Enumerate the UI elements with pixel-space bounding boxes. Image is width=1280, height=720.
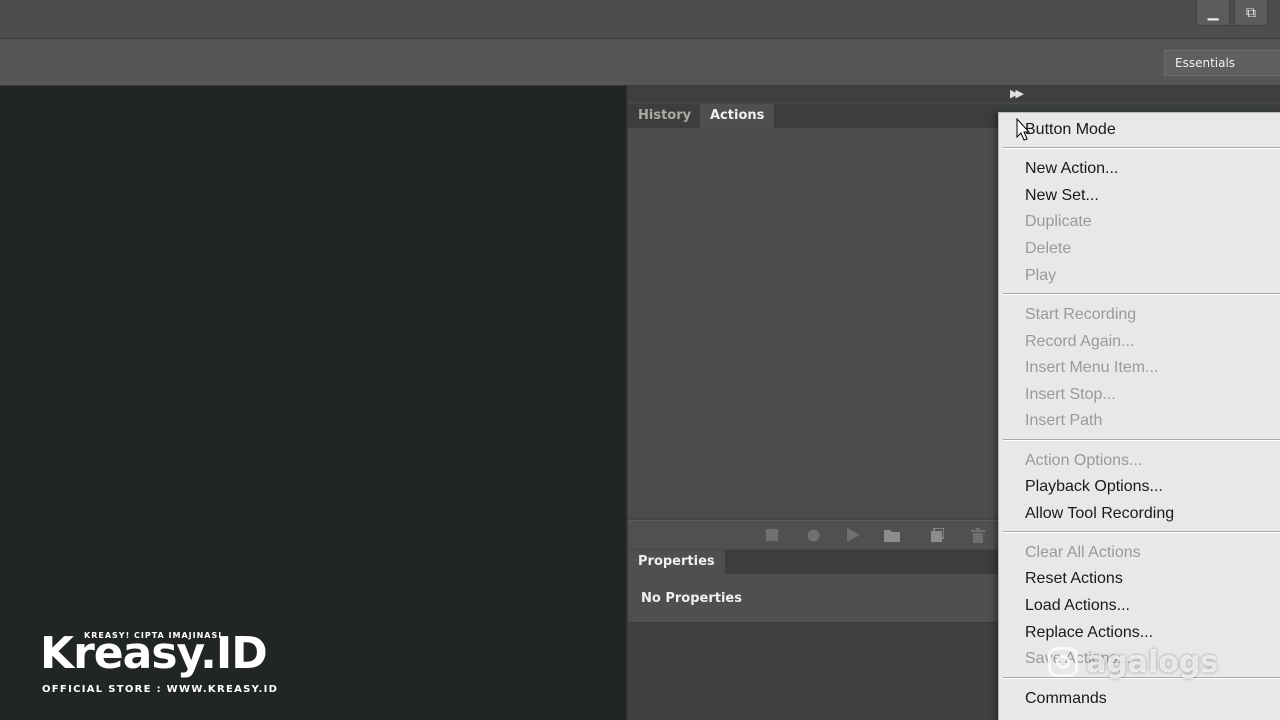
menu-item-commands[interactable]: Commands <box>1025 690 1107 708</box>
menu-item-allow-tool-recording[interactable]: Allow Tool Recording <box>1025 505 1174 523</box>
menu-separator <box>1003 531 1280 533</box>
options-bar: Essentials <box>0 39 1280 86</box>
watermark-text: agalogs <box>1086 644 1219 680</box>
menu-item-new-action[interactable]: New Action... <box>1025 160 1118 178</box>
workspace-label: Essentials <box>1175 56 1236 70</box>
menu-item-button-mode[interactable]: Button Mode <box>1025 121 1116 139</box>
menu-item-record-again: Record Again... <box>1025 333 1135 350</box>
restore-button[interactable]: ⧉ <box>1234 0 1268 26</box>
brand-logo: Kreasy.ID KREASY! CIPTA IMAJINASI OFFICI… <box>40 628 280 700</box>
no-properties-text: No Properties <box>641 591 742 606</box>
brand-store-text: OFFICIAL STORE : WWW.KREASY.ID <box>42 684 279 695</box>
menu-item-play: Play <box>1025 267 1057 284</box>
document-canvas[interactable] <box>0 86 626 720</box>
title-bar: ▁ ⧉ <box>0 0 1280 39</box>
menu-item-duplicate: Duplicate <box>1025 213 1092 230</box>
tab-actions-label: Actions <box>710 108 765 123</box>
minimize-icon: ▁ <box>1207 4 1219 21</box>
menu-separator <box>1003 147 1280 149</box>
new-action-icon[interactable] <box>929 528 945 542</box>
menu-item-new-set[interactable]: New Set... <box>1025 187 1099 205</box>
menu-item-insert-path: Insert Path <box>1025 412 1103 429</box>
instagram-icon <box>1048 647 1078 677</box>
menu-item-load-actions[interactable]: Load Actions... <box>1025 597 1130 615</box>
tab-properties-label: Properties <box>638 554 715 569</box>
menu-item-playback-options[interactable]: Playback Options... <box>1025 478 1163 496</box>
tab-properties[interactable]: Properties <box>628 550 725 574</box>
panel-dock-header: ▶▶ <box>628 86 1280 102</box>
menu-item-insert-menu-item: Insert Menu Item... <box>1025 359 1159 376</box>
actions-flyout-menu: Button Mode New Action... New Set... Dup… <box>998 112 1280 720</box>
tab-actions[interactable]: Actions <box>700 104 775 128</box>
collapse-panels-icon[interactable]: ▶▶ <box>1010 87 1024 100</box>
menu-item-replace-actions[interactable]: Replace Actions... <box>1025 624 1153 642</box>
trash-icon[interactable] <box>970 527 986 543</box>
brand-logo-tagline: KREASY! CIPTA IMAJINASI <box>84 631 223 640</box>
menu-separator <box>1003 439 1280 441</box>
restore-icon: ⧉ <box>1246 4 1256 21</box>
menu-item-action-options: Action Options... <box>1025 452 1143 469</box>
menu-item-start-recording: Start Recording <box>1025 306 1137 323</box>
menu-item-delete: Delete <box>1025 240 1072 257</box>
mouse-cursor-icon <box>1016 118 1030 141</box>
menu-item-reset-actions[interactable]: Reset Actions <box>1025 570 1123 588</box>
menu-separator <box>1003 293 1280 295</box>
tab-history-label: History <box>638 108 692 123</box>
menu-item-insert-stop: Insert Stop... <box>1025 386 1116 403</box>
folder-icon[interactable] <box>884 528 900 542</box>
tab-history[interactable]: History <box>628 104 701 128</box>
minimize-button[interactable]: ▁ <box>1196 0 1230 26</box>
menu-item-clear-all-actions: Clear All Actions <box>1025 544 1141 561</box>
stop-icon[interactable] <box>764 528 780 542</box>
record-icon[interactable] <box>805 528 821 542</box>
instagram-watermark: agalogs <box>1048 642 1218 682</box>
workspace-switcher[interactable]: Essentials <box>1164 50 1280 76</box>
play-icon[interactable] <box>845 528 861 542</box>
